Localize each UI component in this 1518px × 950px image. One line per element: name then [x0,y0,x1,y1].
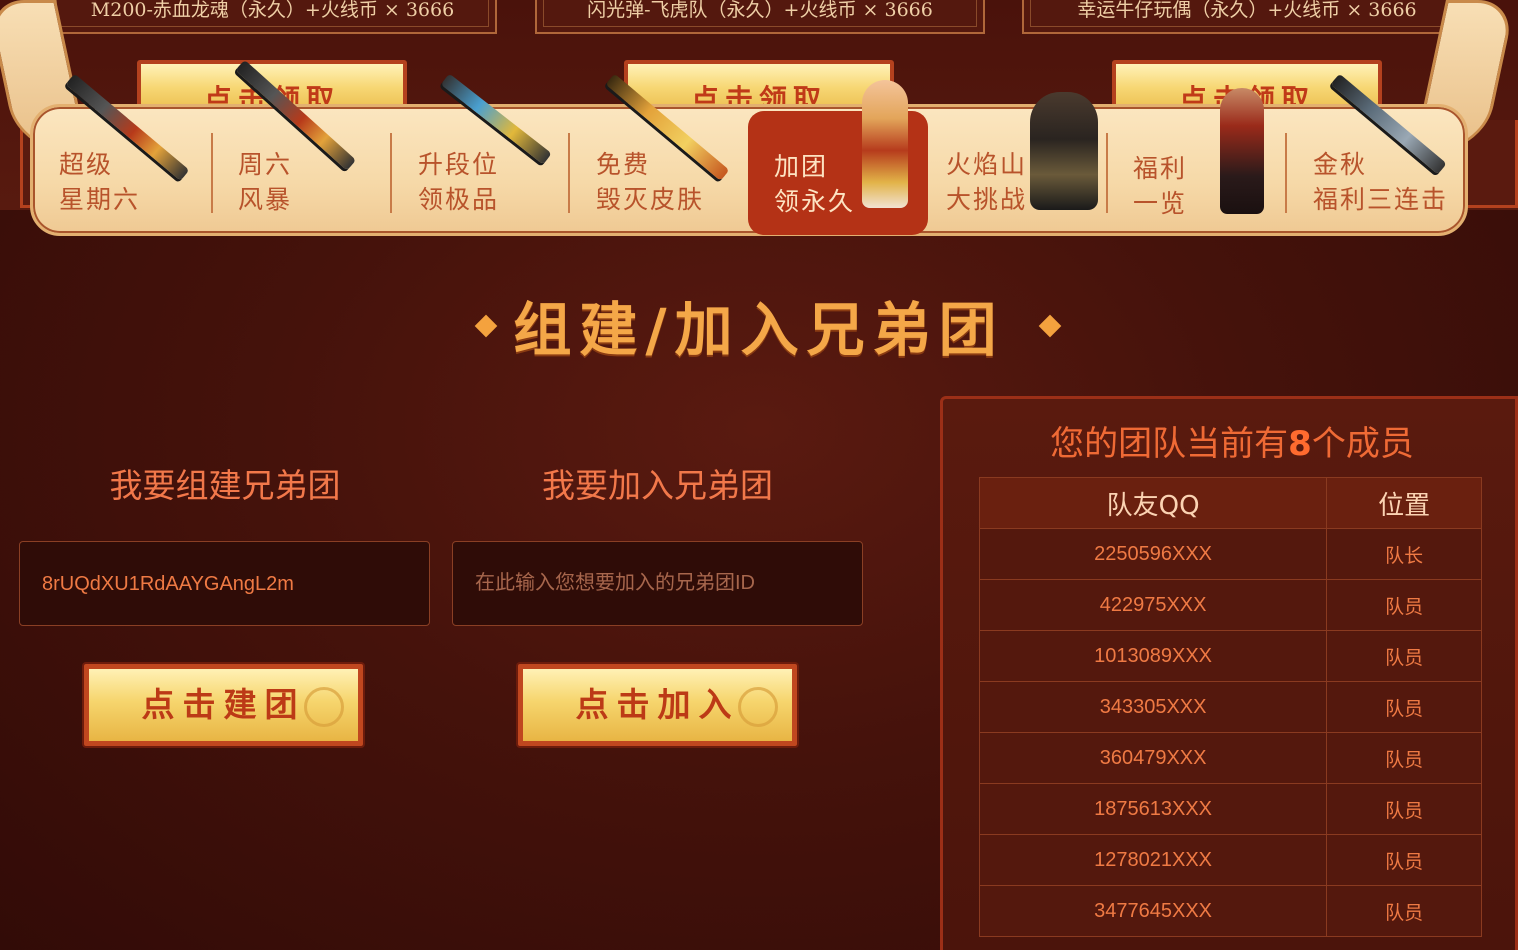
member-qq: 1875613XXX [978,783,1328,835]
team-members-panel: 您的团队当前有8个成员 队友QQ 位置 2250596XXX 队长 422975XX… [940,396,1518,950]
nav-item-label: 周六 [238,150,293,179]
member-position: 队员 [1326,732,1482,784]
member-position: 队长 [1326,528,1482,580]
member-qq: 2250596XXX [978,528,1328,580]
nav-item-label: 超级 [59,150,114,179]
create-team-title: 我要组建兄弟团 [109,466,341,505]
table-row: 1013089XXX 队员 [978,630,1482,682]
table-row: 2250596XXX 队长 [978,528,1482,580]
join-team-title: 我要加入兄弟团 [542,466,773,505]
member-position: 队员 [1326,783,1482,835]
reward-name: 闪光弹-飞虎队（永久）+火线币 × 3666 [535,0,985,34]
member-qq: 360479XXX [978,732,1328,784]
member-position: 队员 [1326,630,1482,682]
team-count-heading: 您的团队当前有8个成员 [943,421,1518,467]
nav-item-label: 星期六 [59,185,141,214]
team-members-body: 2250596XXX 队长 422975XXX 队员 1013089XXX 队员 34330… [978,528,1482,937]
team-member-count: 8 [1288,424,1312,464]
column-header-qq: 队友QQ [978,477,1328,529]
column-header-position: 位置 [1326,477,1482,529]
nav-divider [390,133,392,213]
table-header-row: 队友QQ 位置 [978,477,1482,529]
character-minotaur-icon [1030,92,1098,210]
nav-item-label: 领极品 [418,185,500,214]
character-doll-icon [862,80,908,208]
nav-item-label: 毁灭皮肤 [596,185,705,214]
nav-divider [211,133,213,213]
nav-divider [1285,133,1287,213]
member-position: 队员 [1326,579,1482,631]
reward-name: M200-赤血龙魂（永久）+火线币 × 3666 [48,0,497,34]
table-row: 360479XXX 队员 [978,732,1482,784]
table-row: 1875613XXX 队员 [978,783,1482,835]
member-qq: 343305XXX [978,681,1328,733]
reward-name: 幸运牛仔玩偶（永久）+火线币 × 3666 [1022,0,1472,34]
nav-item-label: 福利三连击 [1313,185,1449,214]
character-soldier-icon [1220,88,1264,214]
member-qq: 1278021XXX [978,834,1328,886]
create-team-button[interactable]: 点击建团 [84,664,363,746]
member-position: 队员 [1326,681,1482,733]
join-team-button[interactable]: 点击加入 [518,664,797,746]
member-qq: 3477645XXX [978,885,1328,937]
member-qq: 422975XXX [978,579,1328,631]
member-position: 队员 [1326,834,1482,886]
nav-item-label: 风暴 [238,185,293,214]
member-position: 队员 [1326,885,1482,937]
team-id-input[interactable] [452,541,863,626]
team-heading-prefix: 您的团队当前有 [1050,424,1289,464]
table-row: 343305XXX 队员 [978,681,1482,733]
nav-divider [1106,133,1108,213]
table-row: 1278021XXX 队员 [978,834,1482,886]
team-members-table: 队友QQ 位置 2250596XXX 队长 422975XXX 队员 1013089XX… [978,477,1482,937]
team-id-display: 8rUQdXU1RdAAYGAngL2m [19,541,430,626]
nav-divider [568,133,570,213]
table-row: 422975XXX 队员 [978,579,1482,631]
page-title: 组建/加入兄弟团 [513,296,1005,364]
team-heading-suffix: 个成员 [1311,424,1414,464]
member-qq: 1013089XXX [978,630,1328,682]
table-row: 3477645XXX 队员 [978,885,1482,937]
